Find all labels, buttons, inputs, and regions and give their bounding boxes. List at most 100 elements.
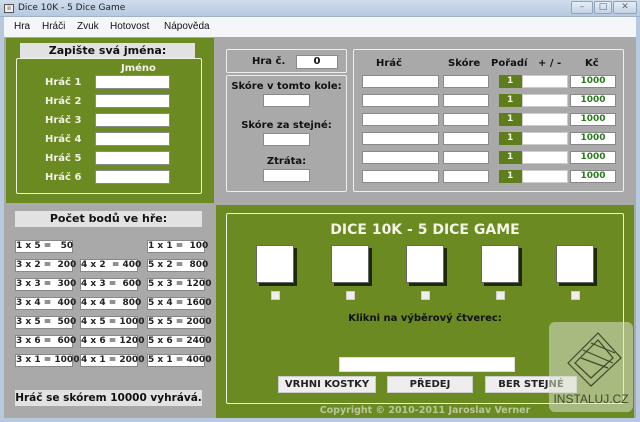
player-name-cell [362,94,439,107]
die-select-checkbox[interactable] [346,291,355,300]
score-rule: 3 x 2 = 200 [15,259,77,272]
die-4[interactable] [481,245,519,283]
menu-hra[interactable]: Hra [14,21,30,32]
score-rule: 4 x 5 = 1000 [80,316,145,329]
menu-hotovost[interactable]: Hotovost [110,21,149,32]
score-rule: 5 x 5 = 2000 [147,316,212,329]
score-rule: 5 x 6 = 2400 [147,335,212,348]
die-2[interactable] [331,245,369,283]
player-name-input[interactable] [95,170,170,184]
player-rank-cell: 1 [499,75,522,88]
points-header: Počet bodů ve hře: [15,211,202,227]
menu-hraci[interactable]: Hráči [42,21,65,32]
pass-button[interactable]: PŘEDEJ [387,376,473,393]
score-rule: 4 x 6 = 1200 [80,335,145,348]
player-money-cell: 1000 [570,75,616,88]
watermark: INSTALUJ.CZ [549,322,633,412]
win-condition: Hráč se skórem 10000 vyhrává. [15,390,202,406]
names-panel: Zapište svá jména: Jméno Hráč 1 Hráč 2 Hrá… [6,38,214,203]
die-select-checkbox[interactable] [496,291,505,300]
same-score-label: Skóre za stejné: [241,120,332,131]
player-plusminus-cell [522,94,568,107]
player-money-cell: 1000 [570,132,616,145]
die-select-checkbox[interactable] [271,291,280,300]
player-name-input[interactable] [95,113,170,127]
player-label: Hráč 4 [45,134,82,145]
window-title: Dice 10K - 5 Dice Game [18,3,126,13]
player-score-cell [443,151,489,164]
player-rank-cell: 1 [499,113,522,126]
game-title: DICE 10K - 5 DICE GAME [330,222,520,238]
score-rule: 5 x 3 = 1200 [147,278,212,291]
app-icon: ⁞⁞ [4,4,14,13]
score-rule: 3 x 1 = 1000 [15,354,80,367]
player-plusminus-cell [522,132,568,145]
window-frame-bottom [0,418,640,422]
player-money-cell: 1000 [570,113,616,126]
player-label: Hráč 2 [45,96,82,107]
player-money-cell: 1000 [570,94,616,107]
player-name-input[interactable] [95,132,170,146]
close-button[interactable]: ✕ [613,1,637,14]
player-plusminus-cell [522,75,568,88]
player-name-input[interactable] [95,94,170,108]
header-player: Hráč [376,58,402,69]
score-table: Hráč Skóre Pořadí + / - Kč 1 1000 1 1000 1 10… [353,49,624,192]
score-rule: 5 x 2 = 800 [147,259,209,272]
loss-label: Ztráta: [266,156,307,167]
game-area: DICE 10K - 5 DICE GAME Klikni na výběrov… [216,205,634,418]
die-select-checkbox[interactable] [421,291,430,300]
score-rule: 5 x 4 = 1600 [147,297,212,310]
score-rule: 4 x 4 = 800 [80,297,142,310]
header-score: Skóre [448,58,481,69]
window-frame-right [636,37,640,422]
header-rank: Pořadí [491,58,528,69]
player-name-cell [362,132,439,145]
header-money: Kč [585,58,599,69]
player-name-input[interactable] [95,151,170,165]
player-plusminus-cell [522,113,568,126]
player-label: Hráč 5 [45,153,82,164]
player-name-cell [362,170,439,183]
watermark-text: INSTALUJ.CZ [553,392,629,406]
player-plusminus-cell [522,151,568,164]
title-bar: ⁞⁞ Dice 10K - 5 Dice Game – □ ✕ [0,0,640,17]
player-name-cell [362,151,439,164]
game-number-label: Hra č. [252,56,286,67]
die-5[interactable] [556,245,594,283]
score-rule: 4 x 3 = 600 [80,278,142,291]
player-label: Hráč 3 [45,115,82,126]
player-label: Hráč 6 [45,172,82,183]
die-select-checkbox[interactable] [571,291,580,300]
player-name-input[interactable] [95,75,170,89]
header-plusminus: + / - [538,58,562,69]
message-field [339,357,515,372]
score-rule: 4 x 1 = 2000 [80,354,145,367]
roll-dice-button[interactable]: VRHNI KOSTKY [278,376,376,393]
score-rule: 3 x 5 = 500 [15,316,77,329]
player-rank-cell: 1 [499,94,522,107]
score-rule: 4 x 2 = 400 [80,259,142,272]
player-money-cell: 1000 [570,170,616,183]
score-rule: 3 x 6 = 600 [15,335,77,348]
score-rule: 1 x 1 = 100 [147,240,209,253]
maximize-button[interactable]: □ [594,1,612,14]
player-score-cell [443,132,489,145]
player-name-cell [362,113,439,126]
player-name-cell [362,75,439,88]
die-1[interactable] [256,245,294,283]
die-3[interactable] [406,245,444,283]
menu-zvuk[interactable]: Zvuk [77,21,99,32]
player-rank-cell: 1 [499,170,522,183]
player-score-cell [443,113,489,126]
player-plusminus-cell [522,170,568,183]
round-score-label: Skóre v tomto kole: [231,81,342,92]
menu-bar: Hra Hráči Zvuk Hotovost Nápověda [0,17,640,37]
menu-napoveda[interactable]: Nápověda [164,21,210,32]
player-label: Hráč 1 [45,77,82,88]
minimize-button[interactable]: – [571,1,593,14]
window-frame-left [0,37,4,422]
round-score-field [263,94,310,107]
player-rank-cell: 1 [499,132,522,145]
player-rank-cell: 1 [499,151,522,164]
